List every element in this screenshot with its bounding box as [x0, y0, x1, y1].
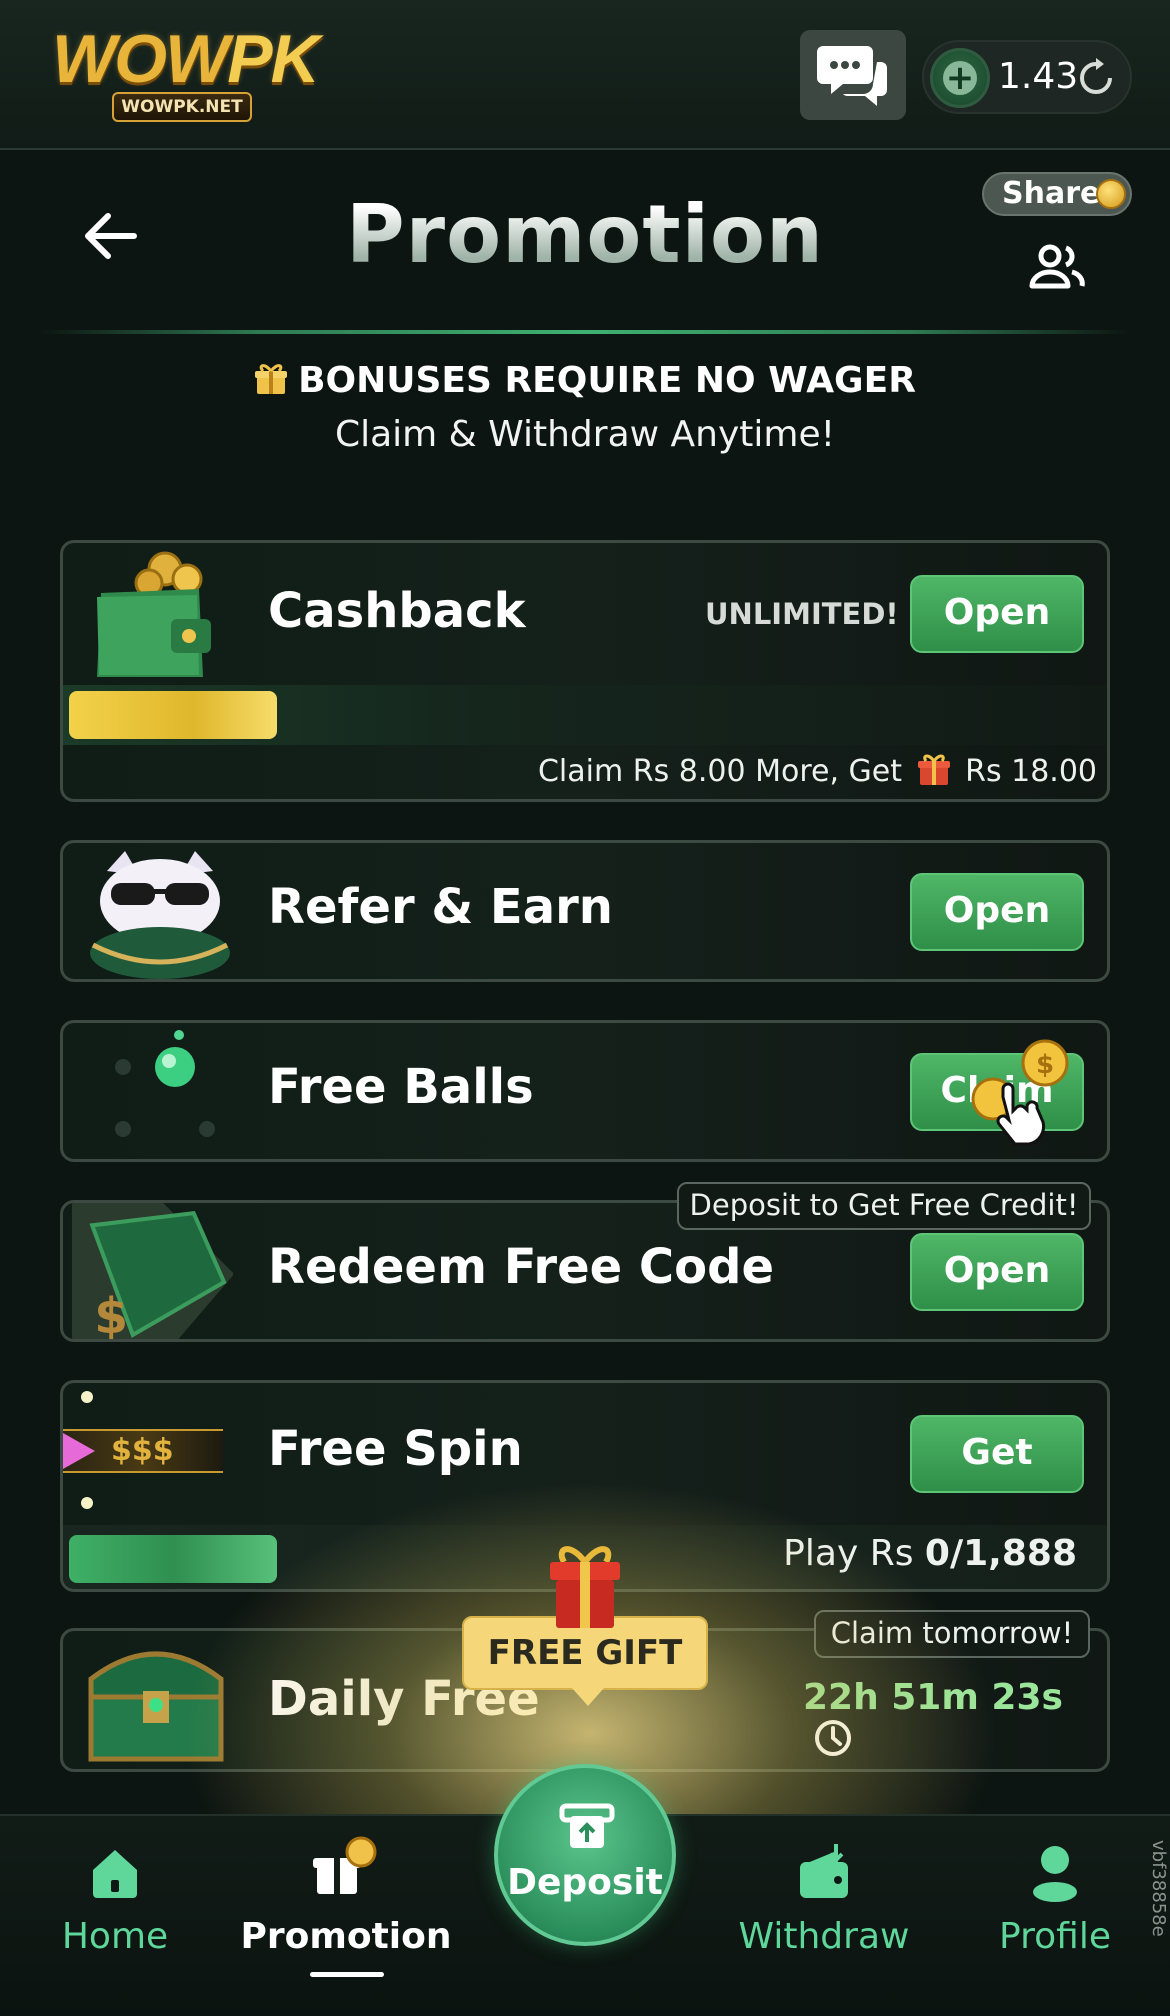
cashback-title: Cashback — [268, 583, 526, 639]
svg-text:$: $ — [1036, 1050, 1054, 1080]
gift-icon — [255, 364, 288, 394]
top-bar: WOWPK WOWPK.NET + 1.43 — [0, 0, 1170, 150]
users-icon — [1029, 244, 1085, 289]
wallet-icon — [97, 551, 211, 677]
nav-promotion[interactable]: Promotion — [235, 1816, 457, 2016]
version-code: vbf38858e — [1148, 1840, 1169, 1937]
deposit-icon — [559, 1803, 615, 1848]
unlimited-badge: UNLIMITED! — [705, 597, 899, 631]
add-funds-icon[interactable]: + — [930, 48, 990, 108]
gift-icon — [917, 754, 950, 785]
deposit-label: Deposit — [507, 1862, 663, 1903]
ticket-icon: $ — [71, 1203, 233, 1342]
claim-tomorrow-tag: Claim tomorrow! — [814, 1610, 1090, 1658]
share-button[interactable]: Share — [982, 172, 1132, 292]
chat-bubbles-icon — [817, 46, 887, 106]
balance-amount: 1.43 — [998, 56, 1079, 97]
red-gift-box-icon[interactable] — [542, 1540, 628, 1630]
daily-free-timer-text: 22h 51m 23s — [803, 1677, 1063, 1718]
treasure-chest-icon — [88, 1651, 224, 1762]
lucky-cat-icon — [90, 851, 230, 979]
slot-reel-icon: $$$ — [63, 1383, 233, 1523]
header-divider — [40, 330, 1130, 334]
wowpk-logo[interactable]: WOWPK WOWPK.NET — [52, 20, 320, 130]
cashback-open-button[interactable]: Open — [910, 575, 1084, 653]
refer-earn-card[interactable]: Refer & Earn Open — [60, 840, 1110, 982]
cashback-claim-text: Claim Rs 8.00 More, Get Rs 18.00 — [538, 751, 1097, 789]
clock-icon — [815, 1720, 851, 1756]
nav-promotion-label: Promotion — [240, 1916, 452, 1957]
refer-earn-open-button[interactable]: Open — [910, 873, 1084, 951]
nav-profile-label: Profile — [999, 1916, 1111, 1957]
page-header: Promotion Share — [0, 152, 1170, 340]
nav-profile[interactable]: Profile — [980, 1816, 1130, 2016]
bonus-banner-title: BONUSES REQUIRE NO WAGER — [0, 360, 1170, 401]
daily-free-timer: 22h 51m 23s — [803, 1677, 1107, 1759]
profile-icon — [1033, 1846, 1077, 1902]
free-spin-progress-fill — [69, 1535, 277, 1583]
redeem-code-open-button[interactable]: Open — [910, 1233, 1084, 1311]
refer-earn-title: Refer & Earn — [268, 879, 613, 935]
cashback-progress-track — [63, 685, 1107, 745]
svg-text:$: $ — [94, 1289, 128, 1342]
nav-withdraw[interactable]: Withdraw — [730, 1816, 918, 2016]
free-spin-title: Free Spin — [268, 1421, 523, 1477]
chat-button[interactable] — [800, 30, 906, 120]
cashback-claim-prefix: Claim Rs 8.00 More, Get — [537, 754, 902, 789]
wallet-withdraw-icon — [800, 1844, 848, 1898]
redeem-code-title: Redeem Free Code — [268, 1239, 775, 1295]
cashback-card[interactable]: Cashback UNLIMITED! Open Claim Rs 8.00 M… — [60, 540, 1110, 802]
bonus-banner-subtitle: Claim & Withdraw Anytime! — [334, 414, 836, 455]
free-balls-card[interactable]: Free Balls Claim $ — [60, 1020, 1110, 1162]
free-spin-play-value: 0/1,888 — [924, 1533, 1077, 1574]
free-balls-title: Free Balls — [268, 1059, 534, 1115]
share-label: Share — [1002, 176, 1101, 211]
balance-pill[interactable]: + 1.43 — [922, 40, 1132, 114]
tap-hand-icon: $ — [971, 1039, 1069, 1146]
deposit-button[interactable]: Deposit — [494, 1764, 676, 1946]
coin-icon — [1096, 179, 1126, 209]
nav-home[interactable]: Home — [30, 1816, 200, 2016]
cashback-claim-amount: Rs 18.00 — [965, 754, 1097, 789]
logo-text-accent: PK — [227, 21, 319, 97]
bonus-title-text: BONUSES REQUIRE NO WAGER — [298, 360, 916, 401]
balls-icon — [115, 1030, 215, 1137]
deposit-free-credit-tag: Deposit to Get Free Credit! — [677, 1182, 1091, 1230]
refresh-icon[interactable] — [1078, 58, 1114, 107]
home-icon — [93, 1850, 137, 1898]
nav-home-label: Home — [61, 1916, 169, 1957]
logo-subtitle: WOWPK.NET — [112, 92, 252, 122]
gift-icon — [313, 1836, 377, 1894]
free-spin-play-text: Play Rs 0/1,888 — [783, 1533, 1077, 1574]
nav-withdraw-label: Withdraw — [738, 1916, 910, 1957]
active-nav-indicator — [310, 1972, 384, 1977]
slot-reel-text: $$$ — [111, 1433, 174, 1468]
logo-text-main: WOW — [52, 21, 229, 97]
free-spin-play-prefix: Play Rs — [783, 1533, 914, 1574]
free-spin-get-button[interactable]: Get — [910, 1415, 1084, 1493]
cashback-progress-fill — [69, 691, 277, 739]
